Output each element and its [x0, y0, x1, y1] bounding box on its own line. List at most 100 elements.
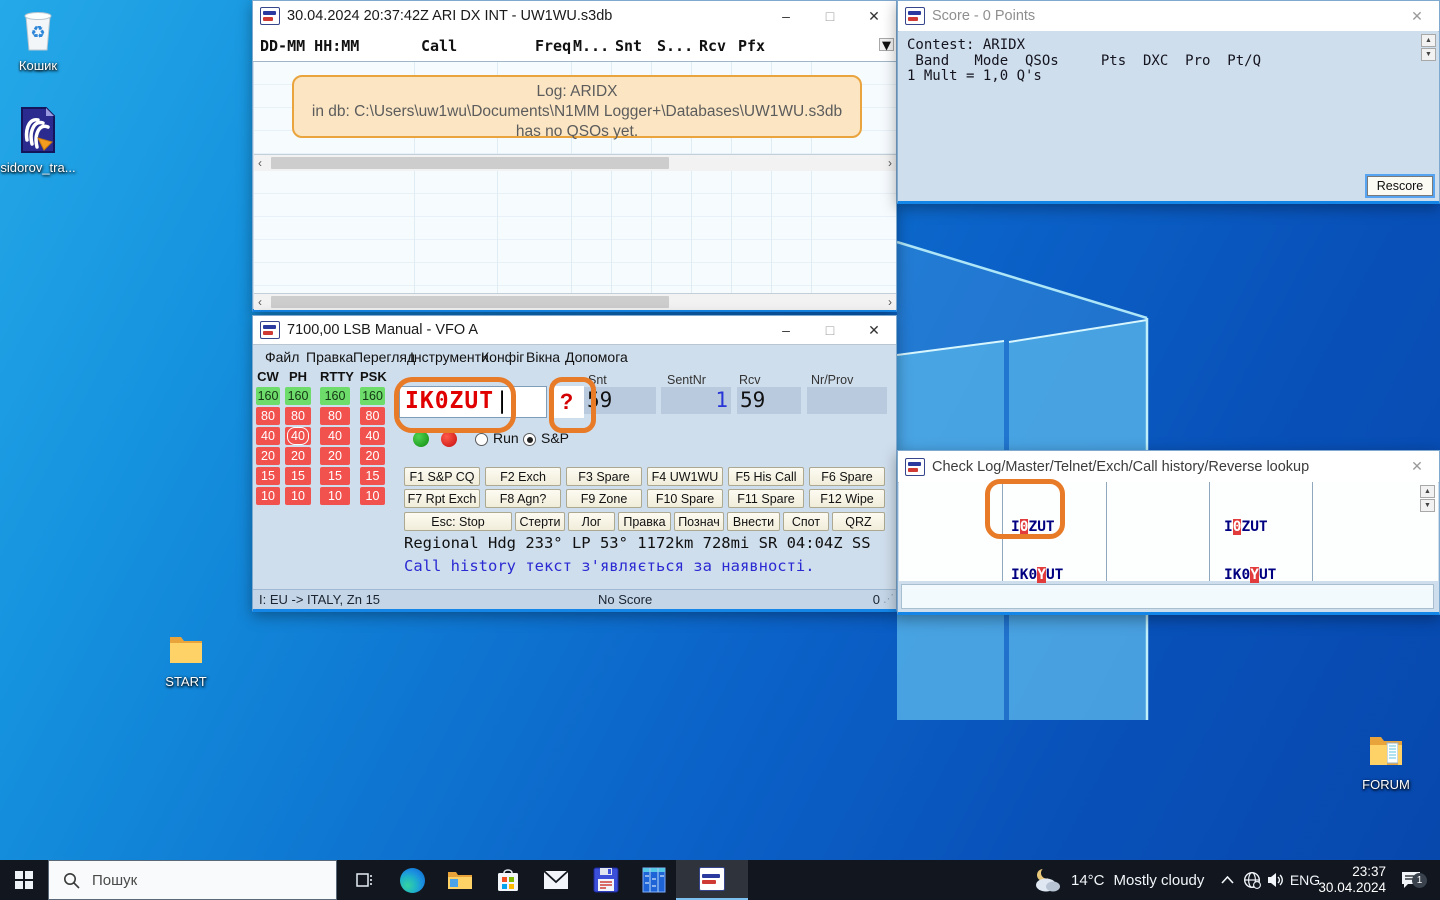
band-button[interactable]: 160 — [285, 387, 311, 405]
column-header[interactable]: S... — [657, 37, 693, 55]
scrollbar-thumb[interactable] — [271, 296, 669, 308]
scrollbar-thumb[interactable] — [271, 157, 669, 169]
menu-file[interactable]: Файл — [265, 349, 299, 365]
band-button[interactable]: 40 — [320, 427, 350, 445]
network-tray-button[interactable] — [1240, 860, 1264, 900]
scroll-down-icon[interactable]: ▼ — [1421, 48, 1436, 61]
callsign-input[interactable]: IK0ZUT| — [399, 386, 547, 418]
n1mm-taskbar-button-active[interactable] — [676, 860, 748, 900]
band-button[interactable]: 20 — [285, 447, 311, 465]
column-header[interactable]: Pfx — [738, 37, 765, 55]
qrz-button[interactable]: QRZ — [832, 512, 885, 531]
check-partial-indicator[interactable]: ? — [549, 386, 584, 418]
scroll-right-icon[interactable]: › — [888, 295, 892, 309]
band-button[interactable]: 10 — [285, 487, 311, 505]
band-button[interactable]: 20 — [360, 447, 385, 465]
mark-button[interactable]: Познач — [674, 512, 724, 531]
edge-browser-button[interactable] — [388, 860, 436, 900]
band-button[interactable]: 40 — [256, 427, 280, 445]
close-icon[interactable]: ✕ — [1395, 1, 1439, 31]
esc-stop-button[interactable]: Esc: Stop — [404, 512, 512, 531]
menu-view[interactable]: Перегляд — [353, 349, 415, 365]
file-explorer-button[interactable] — [436, 860, 484, 900]
scroll-down-icon[interactable]: ▼ — [1420, 499, 1435, 512]
column-header[interactable]: M... — [573, 37, 609, 55]
band-button[interactable]: 80 — [320, 407, 350, 425]
column-header[interactable]: Freq — [535, 37, 571, 55]
scroll-down-icon[interactable]: ▼ — [879, 38, 894, 51]
maximize-icon[interactable]: □ — [808, 1, 852, 31]
sentnr-field[interactable]: 1 — [661, 387, 731, 414]
run-radio[interactable] — [475, 433, 488, 446]
band-button[interactable]: 15 — [360, 467, 385, 485]
log-window-titlebar[interactable]: 30.04.2024 20:37:42Z ARI DX INT - UW1WU.… — [253, 1, 896, 32]
band-button[interactable]: 160 — [256, 387, 280, 405]
taskbar-search[interactable]: Пошук — [48, 860, 337, 900]
close-icon[interactable]: ✕ — [1395, 451, 1439, 482]
column-header[interactable]: DD-MM HH:MM — [260, 37, 359, 55]
band-button-selected[interactable]: 40 — [285, 427, 311, 445]
fkey-button-f3[interactable]: F3 Spare — [566, 467, 642, 486]
band-button[interactable]: 15 — [256, 467, 280, 485]
fkey-button-f1[interactable]: F1 S&P CQ — [404, 467, 480, 486]
menu-edit[interactable]: Правка — [306, 349, 353, 365]
horizontal-scrollbar[interactable]: ‹ › — [254, 154, 896, 171]
rcv-field[interactable]: 59 — [737, 387, 801, 414]
band-button[interactable]: 15 — [285, 467, 311, 485]
desktop-icon-sidorov-file[interactable]: sidorov_tra... — [0, 106, 76, 175]
maximize-icon[interactable]: □ — [808, 316, 852, 344]
nrprov-field[interactable] — [807, 387, 887, 414]
language-indicator[interactable]: ENG — [1290, 860, 1320, 900]
menu-tools[interactable]: Інструменти — [410, 349, 489, 365]
column-header[interactable]: Rcv — [699, 37, 726, 55]
weather-tray-widget[interactable]: 14°C Mostly cloudy — [1032, 860, 1204, 900]
tray-overflow-button[interactable] — [1216, 860, 1238, 900]
run-radio-label[interactable]: Run — [493, 430, 519, 446]
desktop-icon-start-folder[interactable]: START — [148, 630, 224, 689]
fkey-button-f4[interactable]: F4 UW1WU — [647, 467, 723, 486]
column-header[interactable]: Call — [421, 37, 457, 55]
band-button[interactable]: 80 — [285, 407, 311, 425]
spot-button[interactable]: Спот — [783, 512, 829, 531]
fkey-button-f8[interactable]: F8 Agn? — [485, 489, 561, 508]
microsoft-store-button[interactable] — [484, 860, 532, 900]
snt-field[interactable]: 59 — [584, 387, 656, 414]
fkey-button-f6[interactable]: F6 Spare — [809, 467, 885, 486]
menu-config[interactable]: Конфіг — [481, 349, 524, 365]
fkey-button-f7[interactable]: F7 Rpt Exch — [404, 489, 480, 508]
fkey-button-f10[interactable]: F10 Spare — [647, 489, 723, 508]
action-center-button[interactable]: 1 — [1396, 860, 1426, 900]
band-button[interactable]: 10 — [256, 487, 280, 505]
sp-radio-label[interactable]: S&P — [541, 430, 569, 446]
fkey-button-f12[interactable]: F12 Wipe — [809, 489, 885, 508]
scroll-right-icon[interactable]: › — [888, 156, 892, 170]
start-button[interactable] — [0, 860, 48, 900]
scroll-left-icon[interactable]: ‹ — [258, 156, 262, 170]
menu-help[interactable]: Допомога — [565, 349, 628, 365]
band-button[interactable]: 10 — [320, 487, 350, 505]
score-window-titlebar[interactable]: Score - 0 Points ✕ — [898, 1, 1439, 32]
band-button[interactable]: 80 — [256, 407, 280, 425]
bandmap-app-button[interactable] — [632, 860, 676, 900]
mail-button[interactable] — [532, 860, 580, 900]
minimize-icon[interactable]: – — [764, 1, 808, 31]
log-grid-top-pane[interactable]: Log: ARIDX in db: C:\Users\uw1wu\Documen… — [254, 62, 896, 154]
task-view-button[interactable] — [340, 860, 388, 900]
clock-tray[interactable]: 23:37 30.04.2024 — [1322, 860, 1386, 900]
logger-app-button[interactable] — [580, 860, 632, 900]
desktop-icon-forum-folder[interactable]: FORUM — [1348, 731, 1424, 792]
scroll-up-icon[interactable]: ▲ — [1420, 485, 1435, 498]
fkey-button-f5[interactable]: F5 His Call — [728, 467, 804, 486]
edit-button[interactable]: Правка — [618, 512, 671, 531]
entry-window-titlebar[interactable]: 7100,00 LSB Manual - VFO A – □ ✕ — [253, 316, 896, 345]
desktop-icon-recycle-bin[interactable]: ♻ Кошик — [0, 8, 76, 73]
band-button[interactable]: 15 — [320, 467, 350, 485]
close-icon[interactable]: ✕ — [852, 316, 896, 344]
band-button[interactable]: 160 — [360, 387, 385, 405]
band-button[interactable]: 80 — [360, 407, 385, 425]
log-grid-bottom-pane[interactable] — [254, 171, 896, 293]
resize-grip-icon[interactable]: ⋰ — [883, 592, 894, 605]
fkey-button-f9[interactable]: F9 Zone — [566, 489, 642, 508]
band-button[interactable]: 20 — [256, 447, 280, 465]
minimize-icon[interactable]: – — [764, 316, 808, 344]
